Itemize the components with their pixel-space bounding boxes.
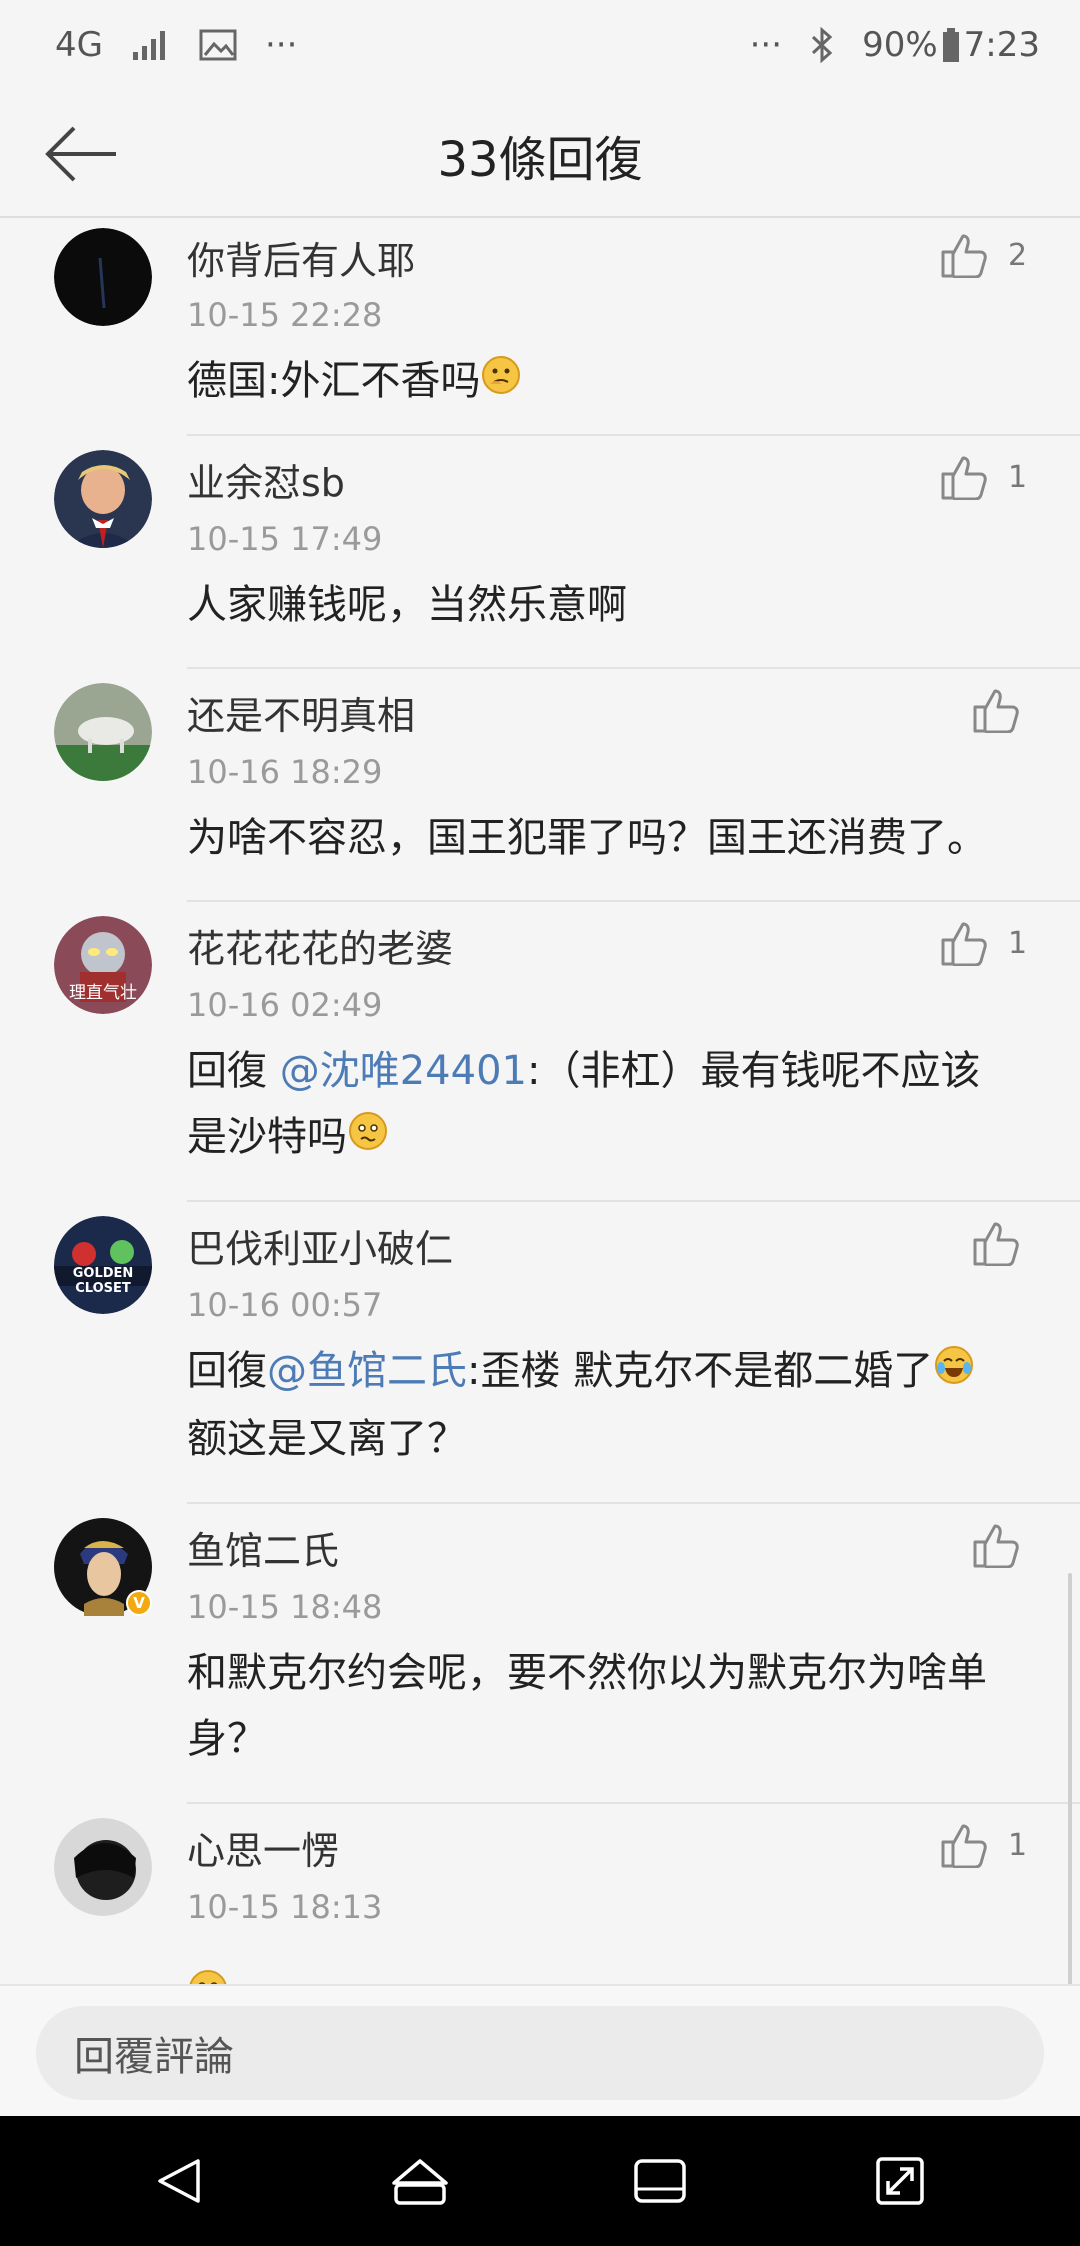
comment-author[interactable]: 业余怼sb [187,452,345,507]
comment-body: 德国:外汇不香吗 [187,358,481,404]
thumbs-up-icon [941,922,987,966]
comment-item: 理直气壮 花花花花的老婆 1 10-16 02:49 回復 @沈唯24401:（… [0,902,1080,1202]
status-bar: 4G ··· ··· 90% 7:23 [0,0,1080,90]
like-button[interactable]: 1 [940,920,1027,966]
nav-recents-button[interactable] [610,2131,710,2231]
avatar[interactable] [54,228,152,326]
bluetooth-icon [810,27,834,63]
image-notification-icon [199,29,237,61]
thinking-face-icon [480,350,522,416]
comment-text: 和默克尔约会呢，要不然你以为默克尔为啥单身？ [187,1650,987,1762]
thumbs-up-icon [941,1824,987,1868]
reply-bar: 回覆評論 [0,1984,1080,2116]
thumbs-up-icon [941,456,987,500]
confused-face-icon [347,1106,389,1172]
like-button[interactable]: 1 [940,454,1027,500]
comment-author[interactable]: 巴伐利亚小破仁 [187,1218,453,1273]
nav-home-button[interactable] [370,2131,470,2231]
nav-back-button[interactable] [130,2131,230,2231]
comment-body-line2: 额这是又离了？ [187,1416,467,1462]
nav-home-icon [392,2159,448,2205]
comment-timestamp: 10-15 18:48 [187,1588,383,1626]
avatar-caption: 理直气壮 [69,983,137,1003]
like-count: 1 [1008,459,1028,495]
avatar[interactable] [54,683,152,781]
comment-author[interactable]: 鱼馆二氏 [187,1520,339,1575]
expand-icon [876,2157,924,2205]
comment-timestamp: 10-16 00:57 [187,1286,383,1324]
comment-text: 为啥不容忍，国王犯罪了吗？国王还消费了。 [187,815,987,861]
avatar-caption: GOLDEN CLOSET [72,1266,134,1296]
reply-input[interactable]: 回覆評論 [36,2006,1044,2100]
reply-placeholder: 回覆評論 [74,2034,234,2080]
page-title: 33條回復 [437,132,643,188]
avatar[interactable]: 理直气壮 [54,916,152,1014]
comment-item: 你背后有人耶 2 10-15 22:28 德国:外汇不香吗 [0,218,1080,436]
thumbs-up-icon [973,1222,1019,1266]
like-button[interactable]: 1 [940,1822,1027,1868]
system-nav-bar [0,2116,1080,2246]
comment-text: 德国:外汇不香吗 [187,348,1037,416]
comment-text: 回復 @沈唯24401:（非杠）最有钱呢不应该是沙特吗 [187,1038,1017,1172]
signal-icon [131,28,171,62]
comment-timestamp: 10-15 22:28 [187,296,383,334]
comment-item: GOLDEN CLOSET 巴伐利亚小破仁 10-16 00:57 回復@鱼馆二… [0,1202,1080,1504]
like-count: 1 [1008,925,1028,961]
thumbs-up-icon [973,1524,1019,1568]
comment-timestamp: 10-15 17:49 [187,520,383,558]
comment-body: :歪楼 默克尔不是都二婚了 [467,1348,934,1394]
comment-item: V 鱼馆二氏 10-15 18:48 和默克尔约会呢，要不然你以为默克尔为啥单身… [0,1504,1080,1804]
like-button[interactable] [972,687,1022,733]
nav-recents-icon [634,2159,686,2203]
mention-link[interactable]: @鱼馆二氏 [267,1348,467,1394]
clock: 7:23 [963,25,1040,65]
like-button[interactable] [972,1522,1022,1568]
avatar[interactable] [54,1818,152,1916]
nav-expand-button[interactable] [850,2131,950,2231]
comment-author[interactable]: 你背后有人耶 [187,230,415,285]
comment-author[interactable]: 心思一愣 [187,1820,339,1875]
mention-link[interactable]: @沈唯24401 [280,1048,527,1094]
verified-badge: V [126,1590,152,1616]
like-count: 2 [1008,237,1028,273]
avatar[interactable] [54,450,152,548]
comment-item: 心思一愣 1 10-15 18:13 [0,1804,1080,1984]
like-button[interactable]: 2 [940,232,1027,278]
thumbs-up-icon [973,689,1019,733]
comment-text [187,1964,1037,1984]
network-type: 4G [55,25,103,65]
reply-prefix: 回復 [187,1048,280,1094]
battery-icon [942,28,960,62]
comment-timestamp: 10-15 18:13 [187,1888,383,1926]
comment-item: 业余怼sb 1 10-15 17:49 人家赚钱呢，当然乐意啊 [0,436,1080,669]
comment-timestamp: 10-16 02:49 [187,986,383,1024]
comment-author[interactable]: 花花花花的老婆 [187,918,453,973]
tears-of-joy-face-icon [933,1340,975,1406]
comment-timestamp: 10-16 18:29 [187,753,383,791]
like-count: 1 [1008,1827,1028,1863]
battery-percentage: 90% [862,25,938,65]
comment-text: 人家赚钱呢，当然乐意啊 [187,582,627,628]
nav-back-icon [158,2159,200,2203]
comment-text: 回復@鱼馆二氏:歪楼 默克尔不是都二婚了 额这是又离了？ [187,1338,1067,1472]
avatar[interactable]: GOLDEN CLOSET [54,1216,152,1314]
thumbs-up-icon [941,234,987,278]
app-bar: 33條回復 [0,90,1080,218]
comment-author[interactable]: 还是不明真相 [187,685,415,740]
confused-face-icon [187,1964,229,1984]
scrollbar[interactable] [1068,1573,1072,1984]
comment-item: 还是不明真相 10-16 18:29 为啥不容忍，国王犯罪了吗？国王还消费了。 [0,669,1080,902]
like-button[interactable] [972,1220,1022,1266]
more-status-indicator: ··· [749,25,783,65]
avatar[interactable]: V [54,1518,152,1616]
comment-list[interactable]: 你背后有人耶 2 10-15 22:28 德国:外汇不香吗 业余怼sb 1 10… [0,218,1080,1984]
more-notifications-indicator: ··· [264,25,298,65]
reply-prefix: 回復 [187,1348,267,1394]
